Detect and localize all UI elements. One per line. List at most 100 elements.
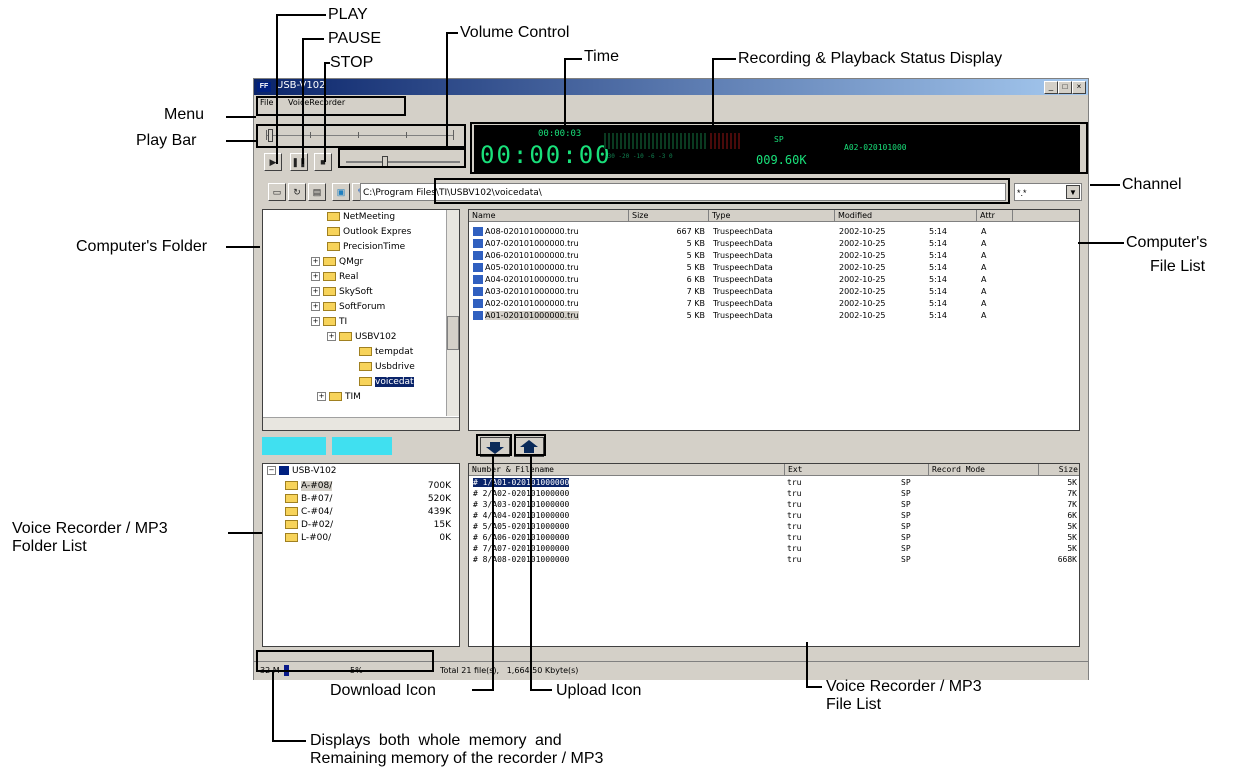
file-type: TruspeechData [713,287,773,296]
folder-icon [323,302,336,311]
channel-value: *.* [1017,188,1027,198]
table-row[interactable]: # 1/A01-020101000000 tru SP 5K [469,478,1079,489]
file-date: 2002-10-25 [839,239,886,248]
play-button[interactable]: ▶ [264,153,282,171]
device-file-name: # 1/A01-020101000000 [473,478,570,487]
table-row[interactable]: A02-020101000000.tru 7 KB TruspeechData 200… [469,298,1079,310]
folder-tree-item[interactable]: Outlook Expres [327,227,411,237]
chevron-down-icon[interactable]: ▼ [1066,185,1080,199]
file-icon [473,227,483,236]
folder-tree-item[interactable]: + SoftForum [311,302,385,312]
col-size[interactable]: Size [1039,464,1079,476]
table-row[interactable]: A06-020101000000.tru 5 KB TruspeechData 200… [469,250,1079,262]
expand-icon[interactable]: + [311,287,320,296]
folder-copy-icon[interactable]: ▣ [332,183,350,201]
col-ext[interactable]: Ext [785,464,929,476]
folder-tree-item[interactable]: + QMgr [311,257,363,267]
label-volume-control: Volume Control [460,24,570,41]
file-time: 5:14 [929,275,947,284]
close-icon[interactable]: × [1072,81,1086,94]
device-file-mode: SP [901,511,911,520]
expand-icon[interactable]: + [311,272,320,281]
expand-icon[interactable]: + [327,332,336,341]
device-file-name: # 5/A05-020101000000 [473,522,570,531]
device-folder-item[interactable]: B-#07/520K [285,494,455,504]
table-row[interactable]: A05-020101000000.tru 5 KB TruspeechData 200… [469,262,1079,274]
device-folder-item[interactable]: L-#00/0K [285,533,455,543]
pause-button[interactable]: ❚❚ [290,153,308,171]
folder-tree-item[interactable]: tempdat [359,347,413,357]
table-row[interactable]: A07-020101000000.tru 5 KB TruspeechData 200… [469,238,1079,250]
table-row[interactable]: # 6/A06-020101000000 tru SP 5K [469,533,1079,544]
computer-folder-tree[interactable]: NetMeeting Outlook Expres PrecisionTime + QM… [262,209,460,431]
file-attr: A [981,287,987,296]
label-time: Time [584,48,619,65]
table-row[interactable]: # 3/A03-020101000000 tru SP 7K [469,500,1079,511]
col-attr[interactable]: Attr [977,210,1013,222]
computer-file-list[interactable]: Name Size Type Modified Attr A08-0201010… [468,209,1080,431]
device-folder-size: 700K [427,481,451,491]
expand-icon[interactable]: + [317,392,326,401]
col-modified[interactable]: Modified [835,210,977,222]
device-folder-tree[interactable]: − USB-V102 A-#08/700K B-#07/520K C-#04/439K… [262,463,460,647]
table-row[interactable]: # 8/A08-020101000000 tru SP 668K [469,555,1079,566]
table-row[interactable]: # 5/A05-020101000000 tru SP 5K [469,522,1079,533]
label-vr-folder-list-2: Folder List [12,538,87,555]
expand-icon[interactable]: + [311,317,320,326]
collapse-icon[interactable]: − [267,466,276,475]
channel-select[interactable]: *.* ▼ [1014,183,1082,201]
device-file-name: # 8/A08-020101000000 [473,555,570,564]
table-row[interactable]: # 7/A07-020101000000 tru SP 5K [469,544,1079,555]
device-root[interactable]: − USB-V102 [267,466,337,476]
folder-tree-item[interactable]: PrecisionTime [327,242,405,252]
table-row[interactable]: # 4/A04-020101000000 tru SP 6K [469,511,1079,522]
table-row[interactable]: A08-020101000000.tru 667 KB TruspeechData 2… [469,226,1079,238]
folder-tree-item[interactable]: Usbdrive [359,362,415,372]
col-record-mode[interactable]: Record Mode [929,464,1039,476]
col-size[interactable]: Size [629,210,709,222]
label-memory-1: Displays both whole memory and [310,732,562,749]
folder-tree-item[interactable]: + USBV102 [327,332,397,342]
view-icon[interactable]: ▤ [308,183,326,201]
drive-button-2[interactable] [332,437,392,455]
label-channel: Channel [1122,176,1182,193]
folder-tree-item[interactable]: voicedat [359,377,414,387]
minimize-icon[interactable]: _ [1044,81,1058,94]
stop-button[interactable]: ■ [314,153,332,171]
device-folder-item[interactable]: D-#02/15K [285,520,455,530]
file-icon [473,251,483,260]
tree-horizontal-scrollbar[interactable] [263,417,459,430]
file-date: 2002-10-25 [839,251,886,260]
drive-button-1[interactable] [262,437,326,455]
folder-tree-item[interactable]: + TIM [317,392,361,402]
expand-icon[interactable]: + [311,302,320,311]
file-icon [473,275,483,284]
table-row[interactable]: A01-020101000000.tru 5 KB TruspeechData 200… [469,310,1079,322]
device-folder-item[interactable]: A-#08/700K [285,481,455,491]
col-number-filename[interactable]: Number & Filename [469,464,785,476]
file-size: 5 KB [686,263,705,272]
folder-tree-item[interactable]: + Real [311,272,358,282]
folder-tree-item[interactable]: NetMeeting [327,212,395,222]
drive-icon[interactable]: ▭ [268,183,286,201]
col-type[interactable]: Type [709,210,835,222]
expand-icon[interactable]: + [311,257,320,266]
folder-tree-item[interactable]: + SkySoft [311,287,373,297]
device-folder-size: 0K [439,533,451,543]
device-folder-item[interactable]: C-#04/439K [285,507,455,517]
folder-icon [327,242,340,251]
menu-highlight-box [256,96,406,116]
folder-label: TIM [345,392,361,402]
table-row[interactable]: # 2/A02-020101000000 tru SP 7K [469,489,1079,500]
tree-scroll-thumb[interactable] [447,316,459,350]
table-row[interactable]: A04-020101000000.tru 6 KB TruspeechData 200… [469,274,1079,286]
maximize-icon[interactable]: □ [1058,81,1072,94]
folder-tree-item[interactable]: + TI [311,317,347,327]
device-folder-label: A-#08/ [301,481,333,491]
tree-vertical-scrollbar[interactable] [446,210,459,416]
device-file-list[interactable]: Number & Filename Ext Record Mode Size #… [468,463,1080,647]
refresh-icon[interactable]: ↻ [288,183,306,201]
col-name[interactable]: Name [469,210,629,222]
table-row[interactable]: A03-020101000000.tru 7 KB TruspeechData 200… [469,286,1079,298]
folder-icon [359,362,372,371]
